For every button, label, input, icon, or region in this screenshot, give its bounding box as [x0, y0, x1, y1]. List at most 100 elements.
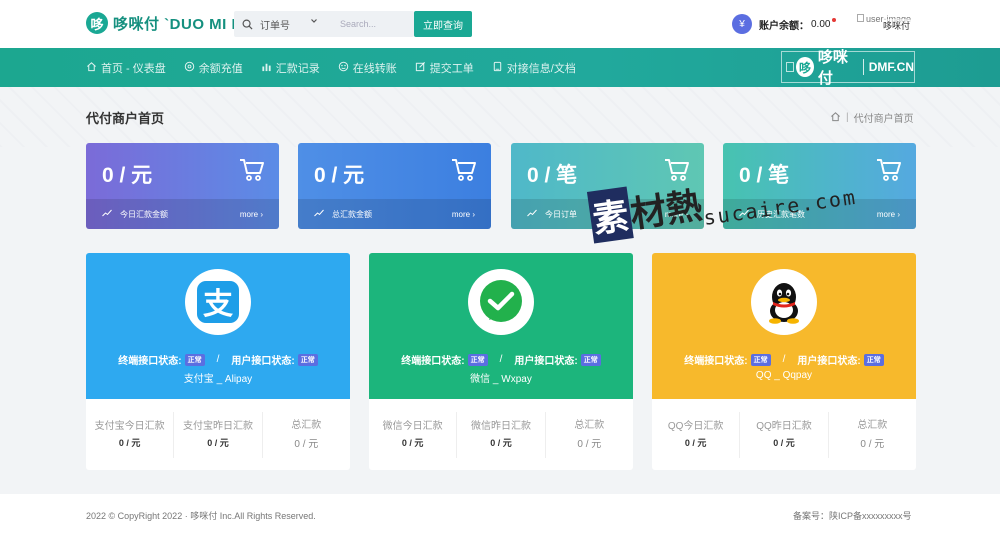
- trend-up-icon: [527, 209, 537, 219]
- terminal-status-label: 终端接口状态:: [118, 356, 182, 367]
- stat-value: 0 / 元: [294, 439, 319, 450]
- logo-text: 哆咪付 `DUO MI FU: [113, 15, 253, 33]
- user-status-label: 用户接口状态:: [797, 356, 861, 367]
- status-divider: /: [499, 354, 503, 365]
- top-header: 哆 哆咪付 `DUO MI FU 订单号 立即查询 ¥ 账户余额： 0.00 u…: [0, 0, 1000, 48]
- stat-label: 总汇款: [857, 420, 888, 431]
- order-type-value: 订单号: [260, 20, 290, 32]
- stat-label: QQ今日汇款: [667, 421, 724, 432]
- stat-label: 微信昨日汇款: [470, 421, 531, 432]
- trend-up-icon: [314, 209, 324, 219]
- home-icon[interactable]: [830, 111, 841, 125]
- user-status-label: 用户接口状态:: [231, 356, 295, 367]
- bar-chart-icon: [261, 61, 276, 75]
- user-name[interactable]: 哆咪付: [883, 19, 911, 32]
- brand-divider: [862, 59, 864, 75]
- status-badge: 正常: [863, 353, 884, 366]
- broken-image-icon: [786, 62, 795, 72]
- balance-label: 账户余额：: [759, 20, 809, 32]
- nav-item-label: 汇款记录: [275, 62, 320, 75]
- home-icon: [86, 61, 101, 75]
- account-balance: ¥ 账户余额： 0.00: [732, 14, 837, 34]
- payment-name: 微信 _ Wxpay: [470, 374, 532, 385]
- stat-value: 0 / 元: [860, 439, 885, 450]
- svg-text:支: 支: [203, 287, 233, 322]
- breadcrumb: | 代付商户首页: [830, 110, 914, 125]
- user-status-label: 用户接口状态:: [514, 356, 578, 367]
- nav-item-recharge[interactable]: 余额充值: [184, 60, 243, 76]
- stat-value: 0 / 元: [314, 164, 365, 187]
- nav-item-label: 余额充值: [198, 62, 243, 75]
- icp-record[interactable]: 备案号：陕ICP备xxxxxxxxx号: [793, 509, 912, 522]
- search-bar: 订单号: [234, 11, 414, 37]
- notification-dot-icon: [832, 18, 837, 22]
- edit-icon: [415, 61, 430, 75]
- stat-value: 0 / 笔: [527, 164, 578, 187]
- stat-value: 0 / 笔: [739, 164, 790, 187]
- stat-label: 总汇款金额: [332, 209, 372, 219]
- stat-label: 今日订单: [545, 209, 577, 219]
- nav-item-remit-records[interactable]: 汇款记录: [261, 60, 320, 76]
- alipay-icon: 支: [185, 269, 251, 335]
- more-link[interactable]: more ›: [452, 210, 475, 219]
- broken-image-icon: [857, 14, 864, 22]
- stat-label: QQ昨日汇款: [756, 421, 812, 432]
- stat-value: 0 / 元: [490, 438, 512, 448]
- status-badge: 正常: [184, 353, 205, 366]
- payment-name: 支付宝 _ Alipay: [183, 374, 253, 385]
- transfer-icon: [338, 61, 353, 75]
- chevron-down-icon: [310, 17, 318, 32]
- stat-value: 0 / 元: [401, 438, 424, 448]
- watermark-char: 素: [586, 186, 634, 244]
- status-badge: 正常: [467, 353, 488, 366]
- search-input[interactable]: [340, 19, 410, 29]
- stat-label: 微信今日汇款: [382, 421, 443, 432]
- status-divider: /: [782, 354, 786, 365]
- breadcrumb-separator: |: [846, 112, 849, 123]
- stat-value: 0 / 元: [684, 438, 707, 448]
- cart-icon: [239, 158, 265, 187]
- nav-item-transfer[interactable]: 在线转账: [338, 60, 397, 76]
- interface-status: 终端接口状态: 正常 / 用户接口状态: 正常: [369, 352, 633, 367]
- payment-card-wxpay: 终端接口状态: 正常 / 用户接口状态: 正常 微信 _ Wxpay 微信今日汇…: [369, 253, 633, 470]
- interface-status: 终端接口状态: 正常 / 用户接口状态: 正常: [652, 352, 916, 367]
- yen-icon: ¥: [732, 14, 752, 34]
- interface-status: 终端接口状态: 正常 / 用户接口状态: 正常: [86, 352, 350, 367]
- nav-item-label: 首页 - 仪表盘: [101, 62, 166, 75]
- cart-icon: [876, 158, 902, 187]
- status-badge: 正常: [580, 353, 601, 366]
- brand-domain: DMF.CN: [868, 60, 915, 74]
- logo[interactable]: 哆 哆咪付 `DUO MI FU: [86, 12, 253, 34]
- wechat-pay-icon: [468, 269, 534, 335]
- payment-card-header: 终端接口状态: 正常 / 用户接口状态: 正常 微信 _ Wxpay: [369, 253, 633, 399]
- nav-item-label: 对接信息/文档: [506, 62, 576, 75]
- qq-penguin-icon: [751, 269, 817, 335]
- payment-name: QQ _ Qqpay: [755, 370, 813, 381]
- payment-card-header: 支 终端接口状态: 正常 / 用户接口状态: 正常 支付宝 _ Alipay: [86, 253, 350, 399]
- status-badge: 正常: [297, 353, 318, 366]
- more-link[interactable]: more ›: [240, 210, 263, 219]
- terminal-status-label: 终端接口状态:: [684, 356, 748, 367]
- stat-value: 0 / 元: [118, 438, 141, 448]
- stat-card-today-remit-amount: 0 / 元 今日汇款金额 more ›: [86, 143, 279, 229]
- search-icon[interactable]: [234, 19, 260, 30]
- status-divider: /: [216, 354, 220, 365]
- breadcrumb-current: 代付商户首页: [853, 114, 914, 125]
- nav-item-dashboard[interactable]: 首页 - 仪表盘: [86, 60, 166, 76]
- payment-card-qqpay: 终端接口状态: 正常 / 用户接口状态: 正常 QQ _ Qqpay QQ今日汇…: [652, 253, 916, 470]
- stat-value: 0 / 元: [207, 438, 229, 448]
- nav-item-ticket[interactable]: 提交工单: [415, 60, 474, 76]
- stat-value: 0 / 元: [577, 439, 602, 450]
- logo-badge-icon: 哆: [86, 12, 108, 34]
- stat-label: 今日汇款金额: [120, 209, 168, 219]
- query-button[interactable]: 立即查询: [414, 11, 472, 37]
- cart-icon: [451, 158, 477, 187]
- more-link[interactable]: more ›: [877, 210, 900, 219]
- order-type-select[interactable]: 订单号: [260, 17, 326, 32]
- payment-card-header: 终端接口状态: 正常 / 用户接口状态: 正常 QQ _ Qqpay: [652, 253, 916, 399]
- status-badge: 正常: [750, 353, 771, 366]
- stat-value: 0 / 元: [773, 438, 795, 448]
- stat-label: 支付宝今日汇款: [94, 421, 165, 432]
- nav-item-docs[interactable]: 对接信息/文档: [492, 60, 576, 76]
- balance-value: 0.00: [811, 18, 831, 30]
